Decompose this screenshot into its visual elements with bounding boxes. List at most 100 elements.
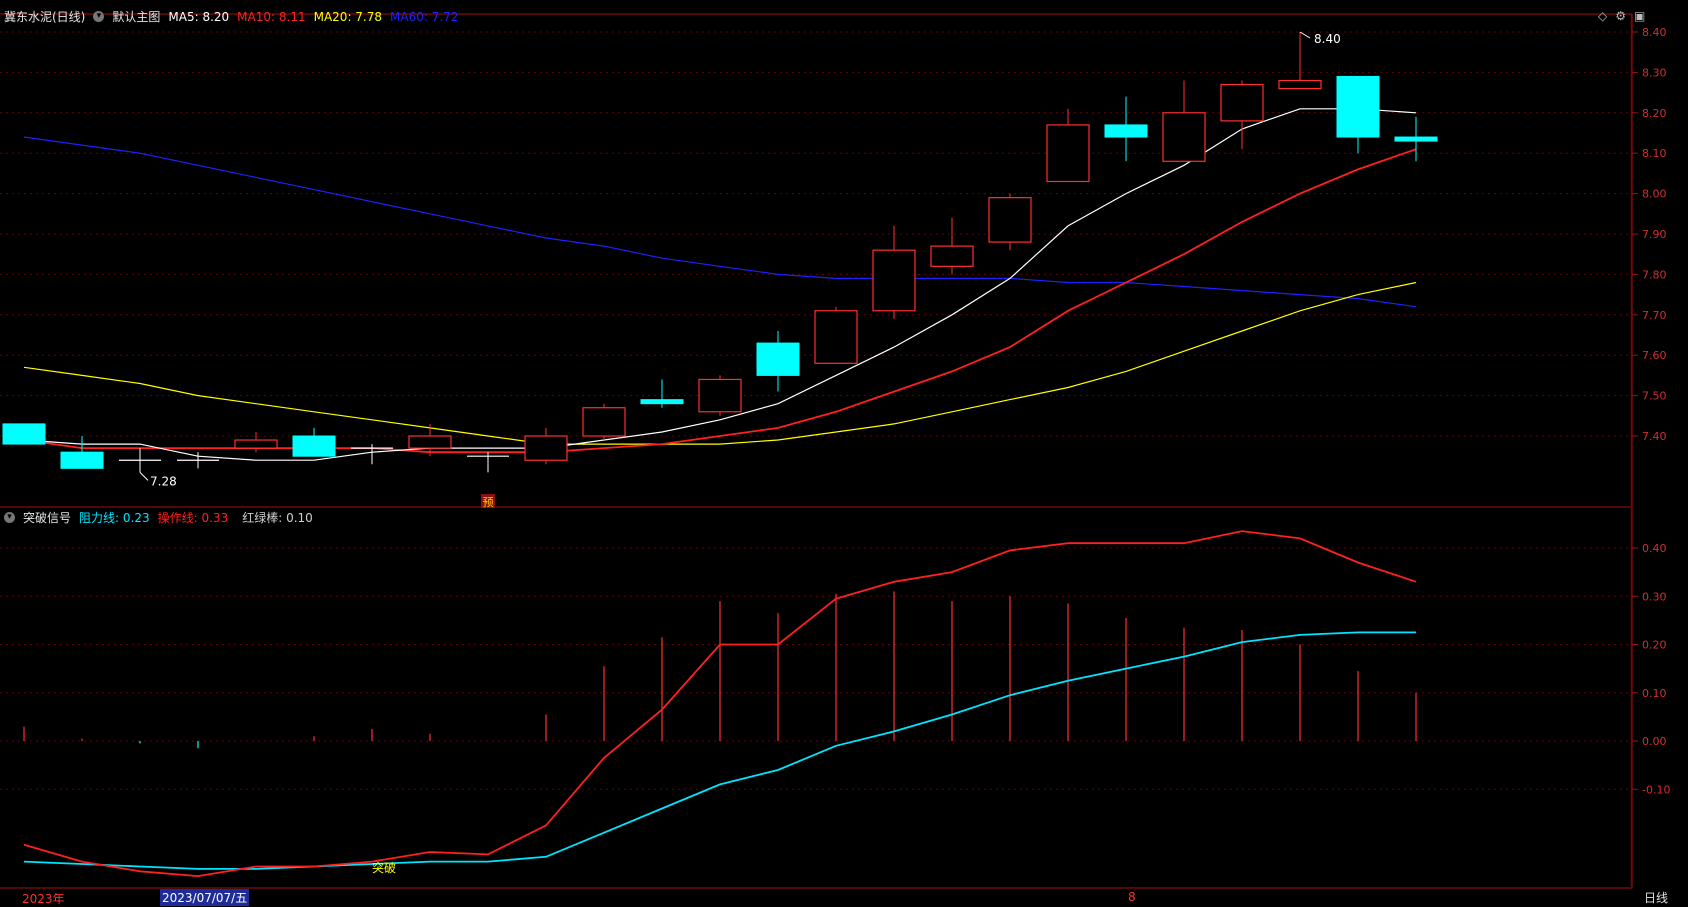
price-tick-label: 8.30 — [1642, 66, 1667, 79]
operation-value: 0.33 — [201, 511, 229, 525]
ma60-label: MA60 — [390, 9, 424, 24]
ma20-label: MA20 — [313, 9, 348, 24]
date-bar: 2023年 2023/07/07/五 8 日线 — [0, 888, 1688, 907]
candle — [1104, 96, 1148, 162]
candle — [1336, 75, 1380, 154]
diamond-icon[interactable]: ◇ — [1598, 9, 1607, 23]
candle-body — [698, 378, 742, 413]
high-marker-arrow — [1299, 31, 1311, 39]
main-chart-label[interactable]: 默认主图 — [112, 8, 160, 25]
candle-body — [1336, 75, 1380, 138]
candle — [698, 375, 742, 416]
candle-body — [1278, 79, 1322, 90]
candle — [2, 423, 46, 445]
high-marker-label: 8.40 — [1314, 32, 1341, 46]
ma60-legend: MA60: 7.72 — [390, 9, 459, 24]
operation-label: 操作线 — [157, 511, 194, 525]
candlestick-series — [2, 32, 1438, 473]
window-icon[interactable]: ▣ — [1634, 9, 1645, 23]
price-tick-label: 7.90 — [1642, 228, 1667, 241]
candle-body — [1162, 112, 1206, 162]
toolbar-icons: ◇ ⚙ ▣ — [1598, 9, 1645, 23]
ma10-legend: MA10: 8.11 — [237, 9, 306, 24]
indicator-tick-label: 0.40 — [1642, 542, 1667, 555]
price-tick-label: 7.80 — [1642, 268, 1667, 281]
candle-body — [2, 423, 46, 445]
stock-title[interactable]: 冀东水泥(日线) — [4, 8, 85, 25]
signal-badge: 预 — [483, 496, 494, 509]
candle-body — [814, 310, 858, 364]
ma5-label: MA5 — [168, 9, 195, 24]
candle — [524, 427, 568, 465]
candle — [119, 448, 161, 473]
cursor-date: 2023/07/07/五 — [160, 889, 250, 906]
chevron-down-icon[interactable]: ▾ — [4, 512, 15, 523]
ma10-value: 8.11 — [278, 9, 306, 24]
price-tick-label: 7.50 — [1642, 390, 1667, 403]
ma60-value: 7.72 — [431, 9, 459, 24]
bars-legend: 红绿棒: 0.10 — [242, 511, 313, 525]
indicator-tick-label: 0.10 — [1642, 687, 1667, 700]
ma20-legend: MA20: 7.78 — [313, 9, 383, 24]
ma5-value: 8.20 — [202, 9, 230, 24]
candle — [756, 330, 800, 392]
operation-legend: 操作线: 0.33 — [157, 511, 229, 525]
stock-chart[interactable]: 8.40 8.30 8.20 8.10 8.00 7.90 7.80 7.70 7.60 7.50… — [0, 0, 1688, 907]
chevron-down-icon[interactable]: ▾ — [93, 11, 105, 22]
candle-body — [1046, 124, 1090, 183]
candle — [467, 452, 509, 473]
price-axis: 8.40 8.30 8.20 8.10 8.00 7.90 7.80 7.70 7.60 7.50… — [1632, 26, 1667, 443]
price-tick-label: 8.00 — [1642, 188, 1667, 201]
period-button[interactable]: 日线 — [1640, 889, 1672, 906]
indicator-legend: ▾ 突破信号 阻力线: 0.23 操作线: 0.33 红绿棒: 0.10 — [4, 509, 313, 526]
resistance-legend: 阻力线: 0.23 — [79, 511, 150, 525]
candle-body — [1104, 124, 1148, 138]
grid-lines — [0, 31, 1632, 790]
year-label: 2023年 — [22, 892, 65, 906]
ma20-value: 7.78 — [355, 9, 383, 24]
ma60-line — [23, 136, 1417, 308]
candle — [1162, 80, 1206, 162]
indicator-title[interactable]: 突破信号 — [23, 509, 71, 526]
candle-body — [1394, 136, 1438, 142]
ma5-legend: MA5: 8.20 — [168, 9, 230, 24]
low-marker-label: 7.28 — [150, 474, 177, 488]
indicator-tick-label: -0.10 — [1642, 783, 1670, 796]
candle-body — [988, 197, 1032, 243]
chart-frame — [0, 13, 1633, 889]
settings-icon[interactable]: ⚙ — [1615, 9, 1626, 23]
candle — [234, 431, 278, 453]
candle — [582, 403, 626, 441]
month-label: 8 — [1128, 890, 1136, 904]
price-tick-label: 8.40 — [1642, 26, 1667, 39]
candle — [1046, 108, 1090, 183]
ma60-series — [23, 136, 1417, 308]
candle — [988, 193, 1032, 251]
candle — [292, 427, 336, 457]
candle-body — [582, 407, 626, 437]
price-tick-label: 8.10 — [1642, 147, 1667, 160]
price-tick-label: 8.20 — [1642, 107, 1667, 120]
resistance-label: 阻力线 — [79, 511, 116, 525]
candle-body — [1220, 83, 1264, 122]
candle-body — [524, 435, 568, 461]
indicator-axis: 0.40 0.30 0.20 0.10 0.00 -0.10 — [1632, 542, 1670, 796]
low-marker-arrow — [139, 472, 149, 481]
price-tick-label: 7.40 — [1642, 430, 1667, 443]
candle-body — [640, 399, 684, 405]
main-legend: 冀东水泥(日线) ▾ 默认主图 MA5: 8.20 MA10: 8.11 MA2… — [4, 8, 458, 25]
resistance-value: 0.23 — [122, 511, 150, 525]
candle-body — [930, 245, 974, 267]
candle — [814, 306, 858, 364]
ma10-label: MA10 — [237, 9, 272, 24]
price-tick-label: 7.60 — [1642, 349, 1667, 362]
bars-value: 0.10 — [286, 511, 313, 525]
candle-body — [872, 249, 916, 312]
candle-body — [756, 342, 800, 376]
candle-body — [60, 451, 104, 469]
candle — [930, 217, 974, 275]
histogram-series — [23, 591, 1417, 749]
indicator-tick-label: 0.20 — [1642, 639, 1667, 652]
candle — [177, 452, 219, 469]
candle — [640, 379, 684, 408]
